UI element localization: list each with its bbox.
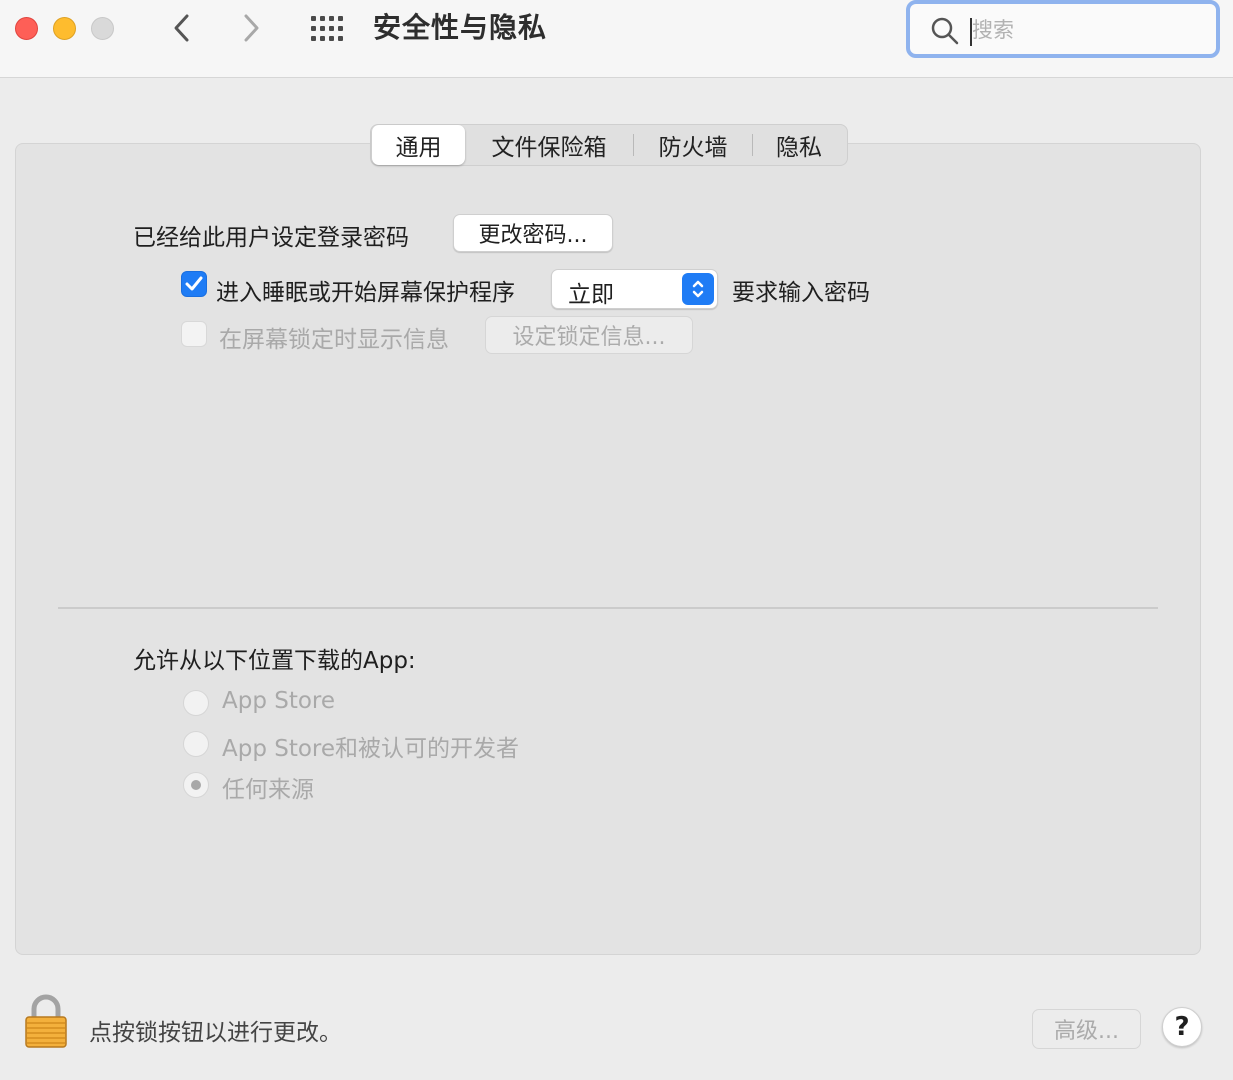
advanced-button[interactable]: 高级... [1032, 1009, 1141, 1049]
tab-filevault[interactable]: 文件保险箱 [465, 125, 633, 165]
forward-button[interactable] [234, 10, 270, 46]
lock-button[interactable] [23, 994, 69, 1050]
radio-app-store-label: App Store [222, 688, 336, 714]
preferences-window: 安全性与隐私 通用 文件保险箱 防火墙 隐私 已经给此用户设定登录密码 更改密码… [0, 0, 1233, 1080]
lock-icon [25, 994, 67, 1048]
password-delay-popup[interactable]: 立即 [551, 269, 718, 309]
title-bar: 安全性与隐私 [0, 0, 1233, 78]
radio-identified-developers[interactable] [183, 731, 209, 757]
back-button[interactable] [163, 10, 199, 46]
radio-identified-developers-label: App Store和被认可的开发者 [222, 736, 520, 762]
radio-selected-dot [191, 780, 201, 790]
minimize-window-button[interactable] [53, 17, 76, 40]
section-divider [58, 607, 1158, 609]
show-lock-message-label: 在屏幕锁定时显示信息 [219, 327, 449, 353]
tab-content-panel [15, 143, 1201, 955]
change-password-button[interactable]: 更改密码... [453, 214, 613, 252]
password-delay-value: 立即 [568, 282, 614, 308]
allow-apps-heading: 允许从以下位置下载的App: [133, 648, 416, 674]
tab-firewall[interactable]: 防火墙 [634, 125, 752, 165]
require-password-checkbox[interactable] [181, 271, 207, 297]
search-input[interactable] [972, 12, 1202, 48]
tab-general[interactable]: 通用 [372, 125, 465, 165]
tab-bar: 通用 文件保险箱 防火墙 隐私 [370, 124, 848, 166]
chevron-left-icon [174, 14, 189, 42]
radio-anywhere[interactable] [183, 772, 209, 798]
search-icon [931, 17, 959, 45]
close-window-button[interactable] [15, 17, 38, 40]
chevron-right-icon [244, 14, 259, 42]
set-lock-message-button[interactable]: 设定锁定信息... [485, 316, 693, 354]
show-all-button[interactable] [308, 13, 348, 45]
checkmark-icon [185, 276, 203, 291]
search-field[interactable] [906, 0, 1220, 58]
radio-anywhere-label: 任何来源 [222, 777, 314, 803]
zoom-window-button[interactable] [91, 17, 114, 40]
show-lock-message-checkbox[interactable] [181, 321, 207, 347]
grid-icon [311, 16, 343, 41]
help-button[interactable]: ? [1162, 1007, 1202, 1047]
login-password-label: 已经给此用户设定登录密码 [133, 225, 409, 251]
window-title: 安全性与隐私 [373, 11, 548, 44]
tab-privacy[interactable]: 隐私 [753, 125, 845, 165]
require-password-label: 进入睡眠或开始屏幕保护程序 [216, 280, 515, 306]
require-password-suffix: 要求输入密码 [732, 280, 870, 306]
popup-arrows-icon [682, 273, 714, 305]
radio-app-store[interactable] [183, 690, 209, 716]
lock-hint-text: 点按锁按钮以进行更改。 [89, 1020, 342, 1046]
